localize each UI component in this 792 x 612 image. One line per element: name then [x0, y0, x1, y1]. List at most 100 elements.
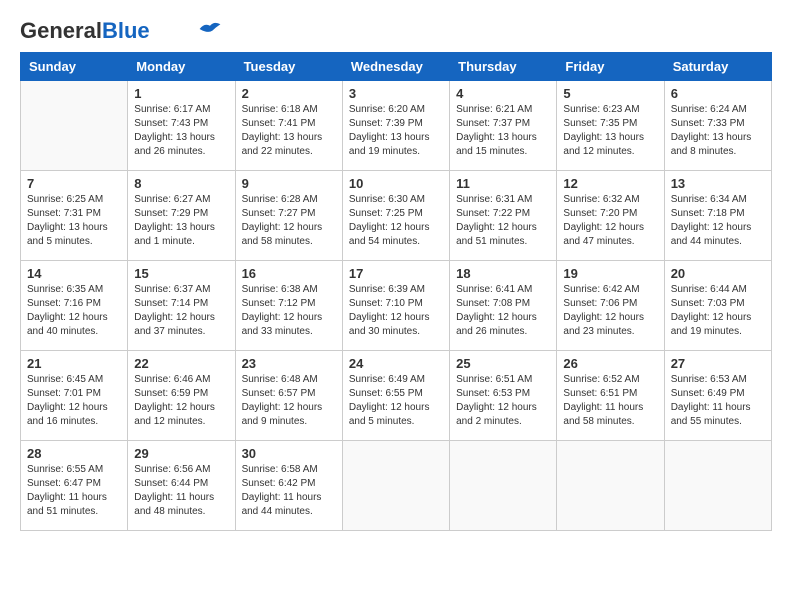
day-number: 10	[349, 176, 443, 191]
day-number: 1	[134, 86, 228, 101]
day-number: 28	[27, 446, 121, 461]
calendar-cell: 22 Sunrise: 6:46 AM Sunset: 6:59 PM Dayli…	[128, 351, 235, 441]
day-info: Sunrise: 6:35 AM Sunset: 7:16 PM Dayligh…	[27, 283, 121, 339]
calendar-cell: 2 Sunrise: 6:18 AM Sunset: 7:41 PM Daylig…	[235, 81, 342, 171]
day-number: 11	[456, 176, 550, 191]
day-number: 12	[563, 176, 657, 191]
calendar-cell: 12 Sunrise: 6:32 AM Sunset: 7:20 PM Dayli…	[557, 171, 664, 261]
day-number: 24	[349, 356, 443, 371]
calendar-cell: 5 Sunrise: 6:23 AM Sunset: 7:35 PM Daylig…	[557, 81, 664, 171]
calendar-cell: 28 Sunrise: 6:55 AM Sunset: 6:47 PM Dayli…	[21, 441, 128, 531]
day-number: 2	[242, 86, 336, 101]
day-number: 5	[563, 86, 657, 101]
day-number: 25	[456, 356, 550, 371]
day-info: Sunrise: 6:20 AM Sunset: 7:39 PM Dayligh…	[349, 103, 443, 159]
weekday-header-monday: Monday	[128, 53, 235, 81]
day-number: 21	[27, 356, 121, 371]
day-info: Sunrise: 6:56 AM Sunset: 6:44 PM Dayligh…	[134, 463, 228, 519]
day-info: Sunrise: 6:39 AM Sunset: 7:10 PM Dayligh…	[349, 283, 443, 339]
day-info: Sunrise: 6:30 AM Sunset: 7:25 PM Dayligh…	[349, 193, 443, 249]
week-row-1: 1 Sunrise: 6:17 AM Sunset: 7:43 PM Daylig…	[21, 81, 772, 171]
day-info: Sunrise: 6:25 AM Sunset: 7:31 PM Dayligh…	[27, 193, 121, 249]
day-info: Sunrise: 6:27 AM Sunset: 7:29 PM Dayligh…	[134, 193, 228, 249]
weekday-header-saturday: Saturday	[664, 53, 771, 81]
day-number: 4	[456, 86, 550, 101]
calendar-cell: 1 Sunrise: 6:17 AM Sunset: 7:43 PM Daylig…	[128, 81, 235, 171]
day-info: Sunrise: 6:46 AM Sunset: 6:59 PM Dayligh…	[134, 373, 228, 429]
calendar-cell: 7 Sunrise: 6:25 AM Sunset: 7:31 PM Daylig…	[21, 171, 128, 261]
day-number: 29	[134, 446, 228, 461]
calendar-cell: 17 Sunrise: 6:39 AM Sunset: 7:10 PM Dayli…	[342, 261, 449, 351]
day-number: 9	[242, 176, 336, 191]
day-info: Sunrise: 6:53 AM Sunset: 6:49 PM Dayligh…	[671, 373, 765, 429]
day-number: 19	[563, 266, 657, 281]
day-number: 22	[134, 356, 228, 371]
calendar-cell: 26 Sunrise: 6:52 AM Sunset: 6:51 PM Dayli…	[557, 351, 664, 441]
weekday-header-sunday: Sunday	[21, 53, 128, 81]
day-info: Sunrise: 6:17 AM Sunset: 7:43 PM Dayligh…	[134, 103, 228, 159]
logo: GeneralBlue	[20, 20, 222, 42]
week-row-5: 28 Sunrise: 6:55 AM Sunset: 6:47 PM Dayli…	[21, 441, 772, 531]
day-number: 14	[27, 266, 121, 281]
calendar-cell: 18 Sunrise: 6:41 AM Sunset: 7:08 PM Dayli…	[450, 261, 557, 351]
calendar-cell	[664, 441, 771, 531]
day-info: Sunrise: 6:21 AM Sunset: 7:37 PM Dayligh…	[456, 103, 550, 159]
day-info: Sunrise: 6:49 AM Sunset: 6:55 PM Dayligh…	[349, 373, 443, 429]
day-info: Sunrise: 6:32 AM Sunset: 7:20 PM Dayligh…	[563, 193, 657, 249]
day-number: 20	[671, 266, 765, 281]
calendar-cell: 6 Sunrise: 6:24 AM Sunset: 7:33 PM Daylig…	[664, 81, 771, 171]
day-info: Sunrise: 6:28 AM Sunset: 7:27 PM Dayligh…	[242, 193, 336, 249]
calendar-cell: 16 Sunrise: 6:38 AM Sunset: 7:12 PM Dayli…	[235, 261, 342, 351]
day-info: Sunrise: 6:55 AM Sunset: 6:47 PM Dayligh…	[27, 463, 121, 519]
day-number: 30	[242, 446, 336, 461]
calendar-cell: 27 Sunrise: 6:53 AM Sunset: 6:49 PM Dayli…	[664, 351, 771, 441]
calendar-table: SundayMondayTuesdayWednesdayThursdayFrid…	[20, 52, 772, 531]
calendar-cell: 9 Sunrise: 6:28 AM Sunset: 7:27 PM Daylig…	[235, 171, 342, 261]
day-info: Sunrise: 6:45 AM Sunset: 7:01 PM Dayligh…	[27, 373, 121, 429]
week-row-3: 14 Sunrise: 6:35 AM Sunset: 7:16 PM Dayli…	[21, 261, 772, 351]
week-row-2: 7 Sunrise: 6:25 AM Sunset: 7:31 PM Daylig…	[21, 171, 772, 261]
calendar-cell: 11 Sunrise: 6:31 AM Sunset: 7:22 PM Dayli…	[450, 171, 557, 261]
calendar-cell: 23 Sunrise: 6:48 AM Sunset: 6:57 PM Dayli…	[235, 351, 342, 441]
day-info: Sunrise: 6:51 AM Sunset: 6:53 PM Dayligh…	[456, 373, 550, 429]
calendar-cell: 29 Sunrise: 6:56 AM Sunset: 6:44 PM Dayli…	[128, 441, 235, 531]
calendar-cell: 14 Sunrise: 6:35 AM Sunset: 7:16 PM Dayli…	[21, 261, 128, 351]
day-info: Sunrise: 6:31 AM Sunset: 7:22 PM Dayligh…	[456, 193, 550, 249]
day-info: Sunrise: 6:37 AM Sunset: 7:14 PM Dayligh…	[134, 283, 228, 339]
day-number: 7	[27, 176, 121, 191]
day-number: 8	[134, 176, 228, 191]
calendar-cell: 24 Sunrise: 6:49 AM Sunset: 6:55 PM Dayli…	[342, 351, 449, 441]
weekday-header-tuesday: Tuesday	[235, 53, 342, 81]
day-info: Sunrise: 6:18 AM Sunset: 7:41 PM Dayligh…	[242, 103, 336, 159]
calendar-cell: 8 Sunrise: 6:27 AM Sunset: 7:29 PM Daylig…	[128, 171, 235, 261]
calendar-cell	[21, 81, 128, 171]
day-number: 6	[671, 86, 765, 101]
day-number: 16	[242, 266, 336, 281]
day-info: Sunrise: 6:48 AM Sunset: 6:57 PM Dayligh…	[242, 373, 336, 429]
day-number: 18	[456, 266, 550, 281]
logo-text: GeneralBlue	[20, 20, 150, 42]
day-number: 26	[563, 356, 657, 371]
day-number: 23	[242, 356, 336, 371]
calendar-cell: 13 Sunrise: 6:34 AM Sunset: 7:18 PM Dayli…	[664, 171, 771, 261]
weekday-header-friday: Friday	[557, 53, 664, 81]
day-number: 17	[349, 266, 443, 281]
day-info: Sunrise: 6:52 AM Sunset: 6:51 PM Dayligh…	[563, 373, 657, 429]
day-info: Sunrise: 6:38 AM Sunset: 7:12 PM Dayligh…	[242, 283, 336, 339]
day-info: Sunrise: 6:41 AM Sunset: 7:08 PM Dayligh…	[456, 283, 550, 339]
calendar-cell	[557, 441, 664, 531]
calendar-cell: 25 Sunrise: 6:51 AM Sunset: 6:53 PM Dayli…	[450, 351, 557, 441]
day-number: 27	[671, 356, 765, 371]
calendar-cell: 10 Sunrise: 6:30 AM Sunset: 7:25 PM Dayli…	[342, 171, 449, 261]
day-number: 3	[349, 86, 443, 101]
day-info: Sunrise: 6:23 AM Sunset: 7:35 PM Dayligh…	[563, 103, 657, 159]
day-info: Sunrise: 6:24 AM Sunset: 7:33 PM Dayligh…	[671, 103, 765, 159]
calendar-cell: 21 Sunrise: 6:45 AM Sunset: 7:01 PM Dayli…	[21, 351, 128, 441]
day-number: 13	[671, 176, 765, 191]
calendar-cell: 20Sunrise: 6:44 AM Sunset: 7:03 PM Dayli…	[664, 261, 771, 351]
calendar-cell: 19Sunrise: 6:42 AM Sunset: 7:06 PM Dayli…	[557, 261, 664, 351]
calendar-cell	[342, 441, 449, 531]
calendar-cell: 15 Sunrise: 6:37 AM Sunset: 7:14 PM Dayli…	[128, 261, 235, 351]
day-number: 15	[134, 266, 228, 281]
day-info: Sunrise: 6:34 AM Sunset: 7:18 PM Dayligh…	[671, 193, 765, 249]
